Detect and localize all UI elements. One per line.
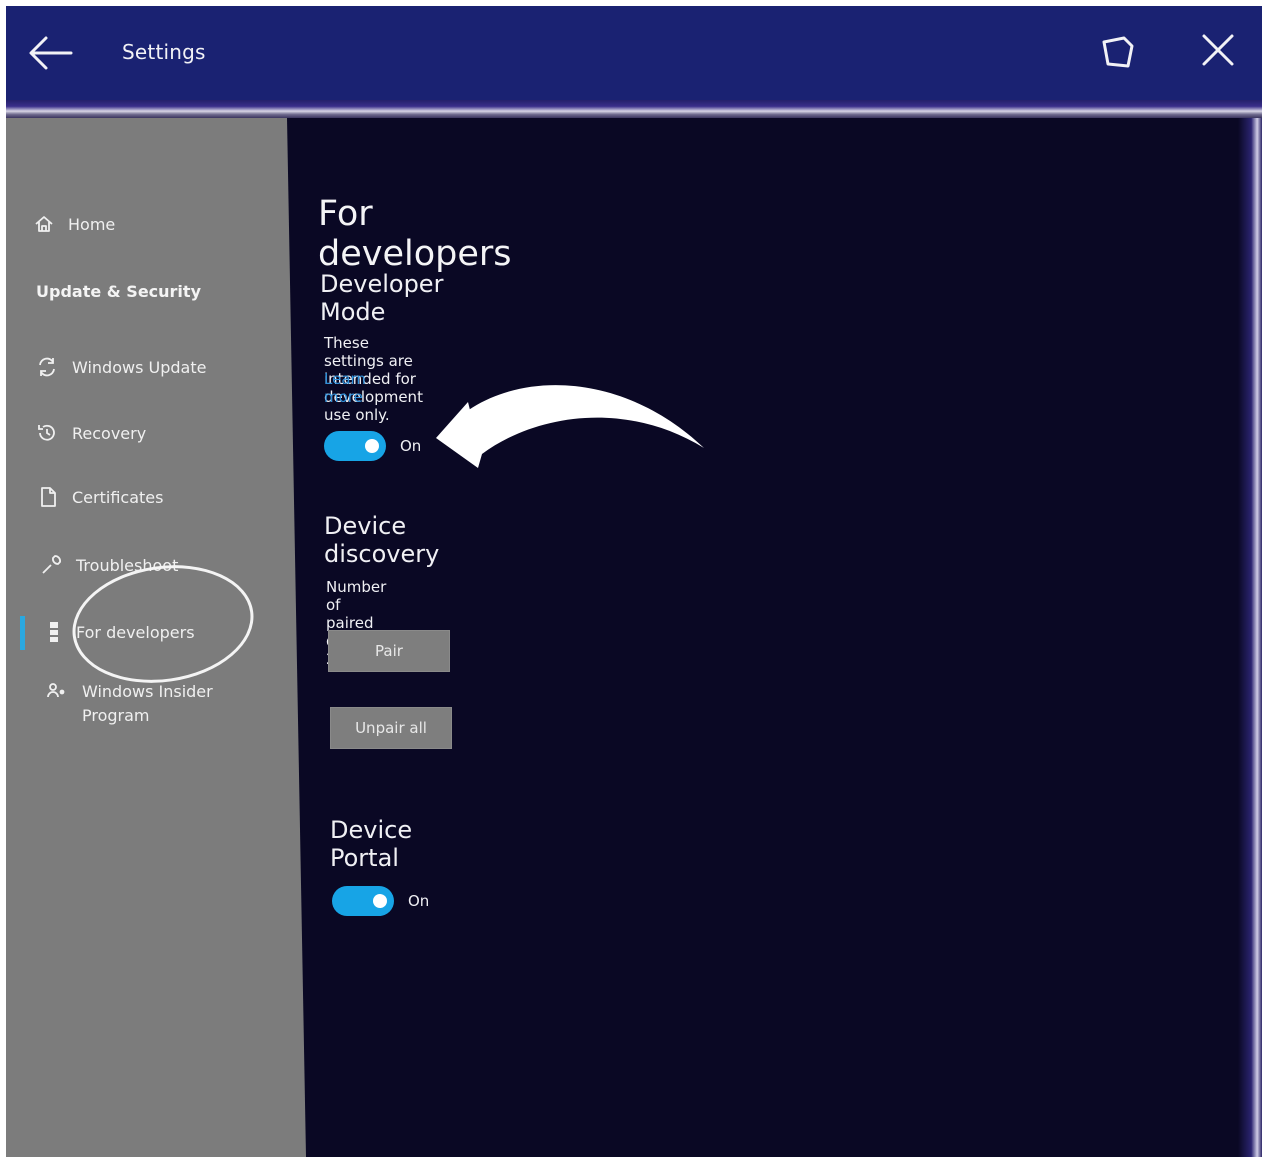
restore-window-button[interactable] xyxy=(1094,28,1142,76)
close-icon xyxy=(1202,34,1234,66)
toggle-knob xyxy=(373,894,387,908)
settings-window: Settings Home Update & Security Windows … xyxy=(6,6,1262,1157)
window-title: Settings xyxy=(122,40,206,64)
sidebar-item-label: Recovery xyxy=(72,423,147,443)
sidebar-item-recovery[interactable]: Recovery xyxy=(36,422,146,444)
insider-icon xyxy=(47,683,65,698)
sidebar-item-windows-update[interactable]: Windows Update xyxy=(36,356,206,378)
sidebar-item-certificates[interactable]: Certificates xyxy=(38,486,163,508)
window-edge xyxy=(1238,118,1262,1157)
sidebar: Home Update & Security Windows Update Re… xyxy=(6,118,306,1157)
pair-button[interactable]: Pair xyxy=(328,630,450,672)
learn-more-link[interactable]: Learn more xyxy=(324,370,366,406)
sidebar-item-label: Windows Insider Program xyxy=(82,682,213,725)
sidebar-item-label: Home xyxy=(68,214,116,234)
sync-icon xyxy=(39,357,55,377)
back-arrow-icon xyxy=(29,36,73,70)
home-icon xyxy=(35,216,53,232)
device-portal-toggle-label: On xyxy=(408,892,430,910)
history-icon xyxy=(38,424,55,441)
title-bar: Settings xyxy=(6,6,1262,100)
sidebar-item-windows-insider[interactable]: Windows Insider Program xyxy=(46,680,232,728)
selected-indicator xyxy=(20,616,25,650)
sidebar-item-label: Windows Update xyxy=(72,357,207,377)
certificate-icon xyxy=(41,487,56,507)
sidebar-item-home[interactable]: Home xyxy=(34,214,115,234)
developer-tools-icon xyxy=(50,622,58,642)
device-portal-toggle[interactable] xyxy=(332,886,394,916)
wrench-icon xyxy=(42,555,61,574)
restore-window-icon xyxy=(1102,36,1134,68)
toggle-knob xyxy=(365,439,379,453)
close-button[interactable] xyxy=(1194,26,1242,74)
title-bar-divider xyxy=(6,100,1262,118)
sidebar-section-heading: Update & Security xyxy=(36,282,201,301)
curved-arrow-annotation xyxy=(436,385,704,468)
sidebar-item-label: Certificates xyxy=(72,487,164,507)
device-discovery-heading: Device discovery xyxy=(324,512,440,568)
page-title: For developers xyxy=(318,194,512,274)
developer-mode-heading: Developer Mode xyxy=(320,270,444,326)
unpair-all-button[interactable]: Unpair all xyxy=(330,707,452,749)
developer-mode-toggle[interactable] xyxy=(324,431,386,461)
back-button[interactable] xyxy=(24,28,76,78)
developer-mode-toggle-label: On xyxy=(400,437,422,455)
device-portal-heading: Device Portal xyxy=(330,816,413,872)
